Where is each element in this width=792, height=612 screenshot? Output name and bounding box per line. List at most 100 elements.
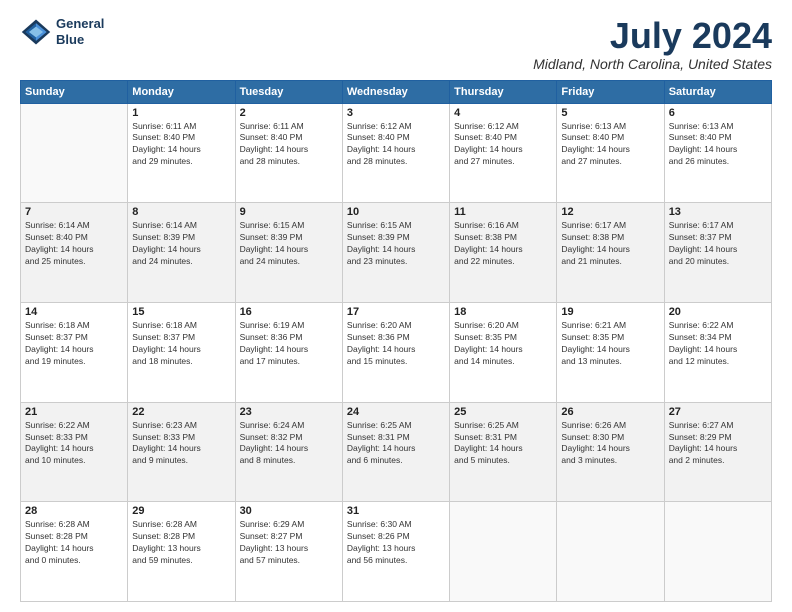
- logo: General Blue: [20, 16, 104, 48]
- calendar-day-cell: 14 Sunrise: 6:18 AM Sunset: 8:37 PM Dayli…: [21, 302, 128, 402]
- day-of-week-header: Sunday: [21, 80, 128, 103]
- logo-icon: [20, 16, 52, 48]
- day-info: Sunrise: 6:23 AM Sunset: 8:33 PM Dayligh…: [132, 420, 230, 468]
- day-info: Sunrise: 6:15 AM Sunset: 8:39 PM Dayligh…: [240, 220, 338, 268]
- day-number: 16: [240, 306, 338, 318]
- day-number: 27: [669, 406, 767, 418]
- day-info: Sunrise: 6:17 AM Sunset: 8:38 PM Dayligh…: [561, 220, 659, 268]
- calendar-day-cell: 3Sunrise: 6:12 AM Sunset: 8:40 PM Daylig…: [342, 103, 449, 203]
- calendar-day-cell: 23 Sunrise: 6:24 AM Sunset: 8:32 PM Dayli…: [235, 402, 342, 502]
- calendar-day-cell: 13Sunrise: 6:17 AM Sunset: 8:37 PM Dayli…: [664, 203, 771, 303]
- calendar-day-cell: 1Sunrise: 6:11 AM Sunset: 8:40 PM Daylig…: [128, 103, 235, 203]
- day-number: 3: [347, 107, 445, 119]
- calendar-day-cell: 12 Sunrise: 6:17 AM Sunset: 8:38 PM Dayli…: [557, 203, 664, 303]
- day-number: 31: [347, 505, 445, 517]
- calendar-day-cell: 9 Sunrise: 6:15 AM Sunset: 8:39 PM Daylig…: [235, 203, 342, 303]
- calendar-day-cell: 8Sunrise: 6:14 AM Sunset: 8:39 PM Daylig…: [128, 203, 235, 303]
- day-number: 7: [25, 206, 123, 218]
- calendar-day-cell: 17 Sunrise: 6:20 AM Sunset: 8:36 PM Dayli…: [342, 302, 449, 402]
- day-number: 6: [669, 107, 767, 119]
- day-number: 30: [240, 505, 338, 517]
- day-number: 9: [240, 206, 338, 218]
- day-number: 1: [132, 107, 230, 119]
- location-title: Midland, North Carolina, United States: [533, 56, 772, 72]
- day-of-week-header: Monday: [128, 80, 235, 103]
- day-number: 12: [561, 206, 659, 218]
- day-number: 20: [669, 306, 767, 318]
- day-info: Sunrise: 6:18 AM Sunset: 8:37 PM Dayligh…: [132, 320, 230, 368]
- calendar-day-cell: [664, 502, 771, 602]
- day-number: 21: [25, 406, 123, 418]
- page-header: General Blue July 2024 Midland, North Ca…: [20, 16, 772, 72]
- day-of-week-header: Friday: [557, 80, 664, 103]
- day-number: 4: [454, 107, 552, 119]
- day-info: Sunrise: 6:29 AM Sunset: 8:27 PM Dayligh…: [240, 519, 338, 567]
- calendar-table: SundayMondayTuesdayWednesdayThursdayFrid…: [20, 80, 772, 602]
- day-info: Sunrise: 6:22 AM Sunset: 8:34 PM Dayligh…: [669, 320, 767, 368]
- day-of-week-header: Tuesday: [235, 80, 342, 103]
- day-info: Sunrise: 6:28 AM Sunset: 8:28 PM Dayligh…: [25, 519, 123, 567]
- day-number: 10: [347, 206, 445, 218]
- day-info: Sunrise: 6:15 AM Sunset: 8:39 PM Dayligh…: [347, 220, 445, 268]
- day-info: Sunrise: 6:11 AM Sunset: 8:40 PM Dayligh…: [240, 121, 338, 169]
- logo-text: General Blue: [56, 16, 104, 47]
- day-info: Sunrise: 6:14 AM Sunset: 8:40 PM Dayligh…: [25, 220, 123, 268]
- calendar-day-cell: 16 Sunrise: 6:19 AM Sunset: 8:36 PM Dayli…: [235, 302, 342, 402]
- calendar-week-row: 7 Sunrise: 6:14 AM Sunset: 8:40 PM Daylig…: [21, 203, 772, 303]
- day-number: 5: [561, 107, 659, 119]
- day-number: 23: [240, 406, 338, 418]
- calendar-day-cell: 20 Sunrise: 6:22 AM Sunset: 8:34 PM Dayli…: [664, 302, 771, 402]
- day-info: Sunrise: 6:18 AM Sunset: 8:37 PM Dayligh…: [25, 320, 123, 368]
- day-info: Sunrise: 6:13 AM Sunset: 8:40 PM Dayligh…: [669, 121, 767, 169]
- calendar-week-row: 28Sunrise: 6:28 AM Sunset: 8:28 PM Dayli…: [21, 502, 772, 602]
- month-title: July 2024: [533, 16, 772, 56]
- day-info: Sunrise: 6:25 AM Sunset: 8:31 PM Dayligh…: [454, 420, 552, 468]
- day-number: 19: [561, 306, 659, 318]
- day-of-week-header: Saturday: [664, 80, 771, 103]
- calendar-week-row: 1 Sunrise: 6:11 AM Sunset: 8:40 PM Daylig…: [21, 103, 772, 203]
- calendar-day-cell: [21, 103, 128, 203]
- day-info: Sunrise: 6:22 AM Sunset: 8:33 PM Dayligh…: [25, 420, 123, 468]
- day-info: Sunrise: 6:14 AM Sunset: 8:39 PM Dayligh…: [132, 220, 230, 268]
- calendar-day-cell: [450, 502, 557, 602]
- day-number: 26: [561, 406, 659, 418]
- day-number: 22: [132, 406, 230, 418]
- day-info: Sunrise: 6:19 AM Sunset: 8:36 PM Dayligh…: [240, 320, 338, 368]
- calendar-header-row: SundayMondayTuesdayWednesdayThursdayFrid…: [21, 80, 772, 103]
- day-info: Sunrise: 6:30 AM Sunset: 8:26 PM Dayligh…: [347, 519, 445, 567]
- day-number: 11: [454, 206, 552, 218]
- calendar-day-cell: 4 Sunrise: 6:12 AM Sunset: 8:40 PM Daylig…: [450, 103, 557, 203]
- calendar-week-row: 14 Sunrise: 6:18 AM Sunset: 8:37 PM Dayli…: [21, 302, 772, 402]
- calendar-day-cell: 28Sunrise: 6:28 AM Sunset: 8:28 PM Dayli…: [21, 502, 128, 602]
- day-of-week-header: Thursday: [450, 80, 557, 103]
- day-of-week-header: Wednesday: [342, 80, 449, 103]
- calendar-day-cell: 5 Sunrise: 6:13 AM Sunset: 8:40 PM Daylig…: [557, 103, 664, 203]
- day-number: 17: [347, 306, 445, 318]
- calendar-day-cell: 6 Sunrise: 6:13 AM Sunset: 8:40 PM Daylig…: [664, 103, 771, 203]
- day-info: Sunrise: 6:12 AM Sunset: 8:40 PM Dayligh…: [454, 121, 552, 169]
- calendar-day-cell: 15 Sunrise: 6:18 AM Sunset: 8:37 PM Dayli…: [128, 302, 235, 402]
- day-info: Sunrise: 6:17 AM Sunset: 8:37 PM Dayligh…: [669, 220, 767, 268]
- calendar-day-cell: 10 Sunrise: 6:15 AM Sunset: 8:39 PM Dayli…: [342, 203, 449, 303]
- day-info: Sunrise: 6:20 AM Sunset: 8:36 PM Dayligh…: [347, 320, 445, 368]
- calendar-day-cell: 29Sunrise: 6:28 AM Sunset: 8:28 PM Dayli…: [128, 502, 235, 602]
- day-number: 14: [25, 306, 123, 318]
- calendar-day-cell: 7 Sunrise: 6:14 AM Sunset: 8:40 PM Daylig…: [21, 203, 128, 303]
- calendar-day-cell: 26 Sunrise: 6:26 AM Sunset: 8:30 PM Dayli…: [557, 402, 664, 502]
- calendar-day-cell: 27 Sunrise: 6:27 AM Sunset: 8:29 PM Dayli…: [664, 402, 771, 502]
- day-info: Sunrise: 6:26 AM Sunset: 8:30 PM Dayligh…: [561, 420, 659, 468]
- day-number: 25: [454, 406, 552, 418]
- day-info: Sunrise: 6:13 AM Sunset: 8:40 PM Dayligh…: [561, 121, 659, 169]
- day-info: Sunrise: 6:28 AM Sunset: 8:28 PM Dayligh…: [132, 519, 230, 567]
- title-block: July 2024 Midland, North Carolina, Unite…: [533, 16, 772, 72]
- day-info: Sunrise: 6:27 AM Sunset: 8:29 PM Dayligh…: [669, 420, 767, 468]
- calendar-day-cell: 21 Sunrise: 6:22 AM Sunset: 8:33 PM Dayli…: [21, 402, 128, 502]
- day-number: 2: [240, 107, 338, 119]
- calendar-day-cell: 24Sunrise: 6:25 AM Sunset: 8:31 PM Dayli…: [342, 402, 449, 502]
- day-info: Sunrise: 6:24 AM Sunset: 8:32 PM Dayligh…: [240, 420, 338, 468]
- day-info: Sunrise: 6:25 AM Sunset: 8:31 PM Dayligh…: [347, 420, 445, 468]
- calendar-day-cell: 31 Sunrise: 6:30 AM Sunset: 8:26 PM Dayli…: [342, 502, 449, 602]
- day-number: 18: [454, 306, 552, 318]
- day-number: 15: [132, 306, 230, 318]
- calendar-day-cell: 30 Sunrise: 6:29 AM Sunset: 8:27 PM Dayli…: [235, 502, 342, 602]
